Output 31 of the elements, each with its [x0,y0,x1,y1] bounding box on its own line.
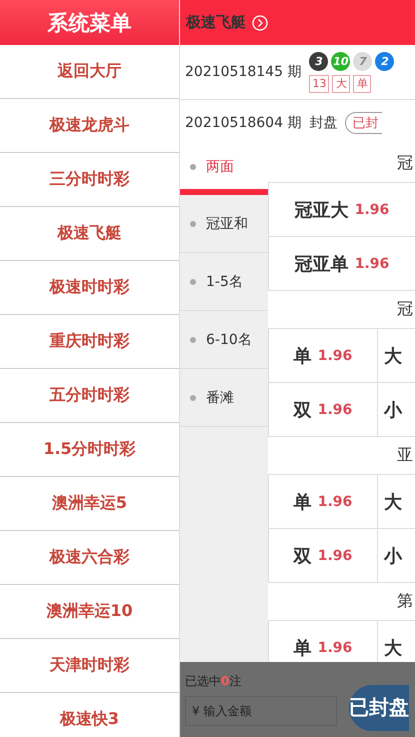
game-title: 极速飞艇 [186,13,246,32]
menu-title: 系统菜单 [0,0,179,45]
closed-button[interactable]: 已封盘 [349,684,409,730]
last-issue: 20210518145 期 [185,63,302,81]
result-tag: 13 [309,74,330,92]
menu-item[interactable]: 极速快3 [0,693,179,737]
number-ball: 2 [375,52,394,70]
menu-item[interactable]: 极速时时彩 [0,261,179,315]
result-tag: 大 [332,74,350,92]
menu-item[interactable]: 澳洲幸运10 [0,585,179,639]
result-tag: 单 [353,74,372,92]
menu-item[interactable]: 重庆时时彩 [0,315,179,369]
category-tab[interactable]: 两面 [180,145,268,195]
selection-count: 已选中0注 [185,673,242,690]
menu-item[interactable]: 五分时时彩 [0,369,179,423]
menu-item[interactable]: 1.5分时时彩 [0,423,179,477]
menu-item[interactable]: 极速飞艇 [0,207,179,261]
status-badge: 已封 [345,112,382,134]
number-ball: 7 [353,52,372,70]
amount-field[interactable]: ¥ 输入金额 [185,696,337,726]
menu-item[interactable]: 极速六合彩 [0,531,179,585]
menu-item[interactable]: 天津时时彩 [0,639,179,693]
current-issue: 20210518604 期 [185,114,302,132]
chevron-circle-icon[interactable] [252,14,268,30]
status-label: 封盘 [309,114,338,132]
menu-item[interactable]: 澳洲幸运5 [0,477,179,531]
number-ball: 10 [331,52,350,70]
menu-item[interactable]: 返回大厅 [0,45,179,99]
menu-item[interactable]: 三分时时彩 [0,153,179,207]
menu-item[interactable]: 极速龙虎斗 [0,99,179,153]
number-ball: 3 [309,52,328,70]
